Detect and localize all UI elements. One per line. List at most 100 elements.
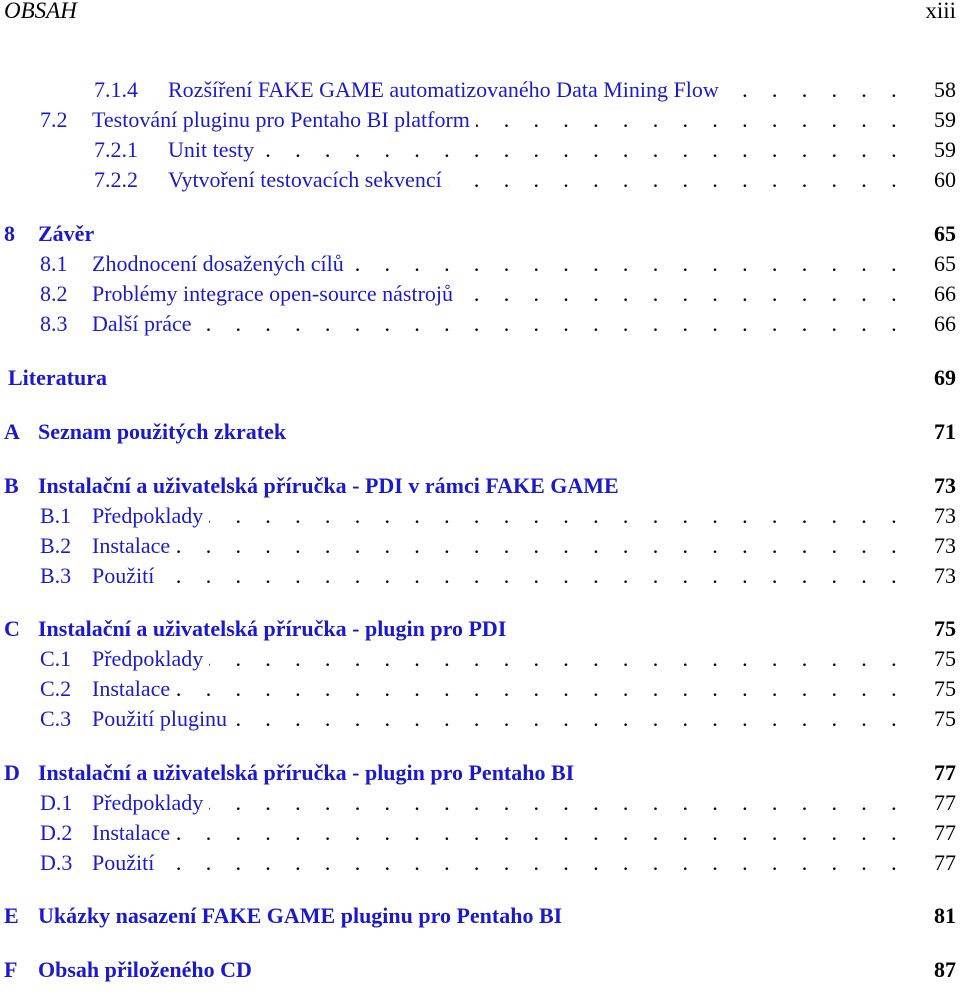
toc-entry-page[interactable]: 75 [916, 706, 956, 732]
toc-entry-page[interactable]: 77 [916, 820, 956, 846]
toc-entry[interactable]: B.1 Předpoklady. . . . . . . . . . . . . … [0, 503, 960, 533]
dot-leader: . . . . . . . . . . . . . . . . . . . . … [209, 790, 906, 815]
toc-entry[interactable]: 8.1 Zhodnocení dosažených cílů. . . . . .… [0, 251, 960, 281]
toc-entry-number[interactable]: D.2 [0, 820, 92, 846]
toc-entry-number[interactable]: C.2 [0, 676, 92, 702]
toc-entry[interactable]: B.2 Instalace. . . . . . . . . . . . . . … [0, 533, 960, 563]
toc-entry[interactable]: C Instalační a uživatelská příručka - plu… [0, 616, 960, 646]
toc-entry-number[interactable]: B [0, 473, 38, 499]
toc-entry[interactable]: 7.1.4 Rozšíření FAKE GAME automatizovanéh… [0, 77, 960, 107]
dot-leader: . . . . . . . . . . . . . . . . . . . . … [176, 676, 906, 701]
toc-entry-title[interactable]: Unit testy [168, 137, 254, 163]
toc-entry[interactable]: D Instalační a uživatelská příručka - plu… [0, 760, 960, 790]
toc-entry-number[interactable]: D [0, 760, 38, 786]
toc-entry[interactable]: A Seznam použitých zkratek 71 [0, 419, 960, 449]
toc-entry-title[interactable]: Instalační a uživatelská příručka - plug… [38, 616, 506, 642]
toc-entry[interactable]: B Instalační a uživatelská příručka - PDI… [0, 473, 960, 503]
toc-entry-page[interactable]: 71 [916, 419, 956, 445]
toc-entry-number[interactable]: F [0, 957, 38, 983]
toc-entry[interactable]: D.2 Instalace. . . . . . . . . . . . . . … [0, 820, 960, 850]
toc-entry[interactable]: F Obsah přiloženého CD 87 [0, 957, 960, 987]
toc-entry-title[interactable]: Ukázky nasazení FAKE GAME pluginu pro Pe… [38, 903, 562, 929]
toc-entry-page[interactable]: 77 [916, 850, 956, 876]
toc-entry-title[interactable]: Další práce [92, 311, 192, 337]
toc-entry-title[interactable]: Literatura [8, 365, 107, 391]
toc-entry[interactable]: C.2 Instalace. . . . . . . . . . . . . . … [0, 676, 960, 706]
toc-entry-number[interactable]: 7.2.1 [0, 137, 168, 163]
toc-entry[interactable]: D.1 Předpoklady. . . . . . . . . . . . . … [0, 790, 960, 820]
toc-entry-page[interactable]: 58 [916, 77, 956, 103]
toc-entry-number[interactable]: 8 [0, 221, 38, 247]
toc-entry[interactable]: C.1 Předpoklady. . . . . . . . . . . . . … [0, 646, 960, 676]
toc-entry-title[interactable]: Seznam použitých zkratek [38, 419, 286, 445]
toc-entry-title[interactable]: Testování pluginu pro Pentaho BI platfor… [92, 107, 470, 133]
toc-entry-page[interactable]: 59 [916, 107, 956, 133]
toc-entry-page[interactable]: 66 [916, 311, 956, 337]
toc-entry[interactable]: E Ukázky nasazení FAKE GAME pluginu pro P… [0, 903, 960, 933]
toc-entry-number[interactable]: E [0, 903, 38, 929]
toc-entry[interactable]: 8.3 Další práce. . . . . . . . . . . . . … [0, 311, 960, 341]
toc-entry-number[interactable]: D.3 [0, 850, 92, 876]
toc-entry-number[interactable]: 8.2 [0, 281, 92, 307]
toc-entry-number[interactable]: 7.2.2 [0, 167, 168, 193]
dot-leader: . . . . . . . . . . . . . . . . . . . . … [198, 311, 906, 336]
toc-entry[interactable]: D.3 Použití. . . . . . . . . . . . . . . … [0, 850, 960, 880]
toc-entry-title[interactable]: Instalace [92, 820, 170, 846]
toc-entry-title[interactable]: Instalační a uživatelská příručka - PDI … [38, 473, 619, 499]
toc-entry-title[interactable]: Zhodnocení dosažených cílů [92, 251, 344, 277]
toc-entry-number[interactable]: C.1 [0, 646, 92, 672]
toc-entry-title[interactable]: Závěr [38, 221, 94, 247]
toc-entry-title[interactable]: Vytvoření testovacích sekvencí [168, 167, 442, 193]
dot-leader: . . . . . . . . . . . . . . . . . . . . … [209, 503, 906, 528]
toc-entry-title[interactable]: Předpoklady [92, 646, 203, 672]
toc-entry-number[interactable]: B.3 [0, 563, 92, 589]
toc-entry[interactable]: 8 Závěr 65 [0, 221, 960, 251]
toc-entry-page[interactable]: 73 [916, 563, 956, 589]
toc-entry-page[interactable]: 69 [916, 365, 956, 391]
toc-entry[interactable]: 7.2.1 Unit testy. . . . . . . . . . . . .… [0, 137, 960, 167]
toc-entry-number[interactable]: 8.3 [0, 311, 92, 337]
toc-entry[interactable]: C.3 Použití pluginu. . . . . . . . . . . … [0, 706, 960, 736]
toc-entry[interactable]: 8.2 Problémy integrace open-source nástro… [0, 281, 960, 311]
toc-entry-page[interactable]: 65 [916, 251, 956, 277]
toc-entry-title[interactable]: Použití [92, 850, 154, 876]
toc-entry-page[interactable]: 75 [916, 646, 956, 672]
toc-entry-number[interactable]: 7.1.4 [0, 77, 168, 103]
toc-entry-number[interactable]: D.1 [0, 790, 92, 816]
toc-entry[interactable]: 7.2 Testování pluginu pro Pentaho BI plat… [0, 107, 960, 137]
toc-entry-title[interactable]: Instalace [92, 676, 170, 702]
toc-entry[interactable]: B.3 Použití. . . . . . . . . . . . . . . … [0, 563, 960, 593]
toc-entry-page[interactable]: 87 [916, 957, 956, 983]
toc-entry-number[interactable]: 7.2 [0, 107, 92, 133]
toc-entry-number[interactable]: C [0, 616, 38, 642]
toc-entry-page[interactable]: 75 [916, 616, 956, 642]
toc-entry-title[interactable]: Problémy integrace open-source nástrojů [92, 281, 453, 307]
toc-entry-title[interactable]: Předpoklady [92, 790, 203, 816]
toc-entry[interactable]: Literatura 69 [0, 365, 960, 395]
toc-entry-page[interactable]: 73 [916, 503, 956, 529]
toc-entry-page[interactable]: 77 [916, 790, 956, 816]
toc-entry-title[interactable]: Obsah přiloženého CD [38, 957, 252, 983]
toc-entry-page[interactable]: 77 [916, 760, 956, 786]
toc-entry-number[interactable]: B.1 [0, 503, 92, 529]
toc-entry-number[interactable]: B.2 [0, 533, 92, 559]
toc-entry-number[interactable]: A [0, 419, 38, 445]
toc-entry-title[interactable]: Instalační a uživatelská příručka - plug… [38, 760, 574, 786]
toc-entry-title[interactable]: Použití pluginu [92, 706, 227, 732]
toc-entry-title[interactable]: Rozšíření FAKE GAME automatizovaného Dat… [168, 77, 719, 103]
toc-entry-title[interactable]: Použití [92, 563, 154, 589]
toc-entry-page[interactable]: 60 [916, 167, 956, 193]
toc-entry-page[interactable]: 65 [916, 221, 956, 247]
toc-entry-page[interactable]: 66 [916, 281, 956, 307]
toc-entry-number[interactable]: 8.1 [0, 251, 92, 277]
toc-entry-title[interactable]: Instalace [92, 533, 170, 559]
toc-entry-page[interactable]: 75 [916, 676, 956, 702]
toc-entry-page[interactable]: 73 [916, 473, 956, 499]
toc-entry-number[interactable]: C.3 [0, 706, 92, 732]
toc-entry-page[interactable]: 73 [916, 533, 956, 559]
toc-entry-title[interactable]: Předpoklady [92, 503, 203, 529]
toc-entry-page[interactable]: 81 [916, 903, 956, 929]
toc-entry[interactable]: 7.2.2 Vytvoření testovacích sekvencí. . .… [0, 167, 960, 197]
toc-entry-page[interactable]: 59 [916, 137, 956, 163]
dot-leader: . . . . . . . . . . . . . . . . . . . . … [160, 563, 906, 588]
